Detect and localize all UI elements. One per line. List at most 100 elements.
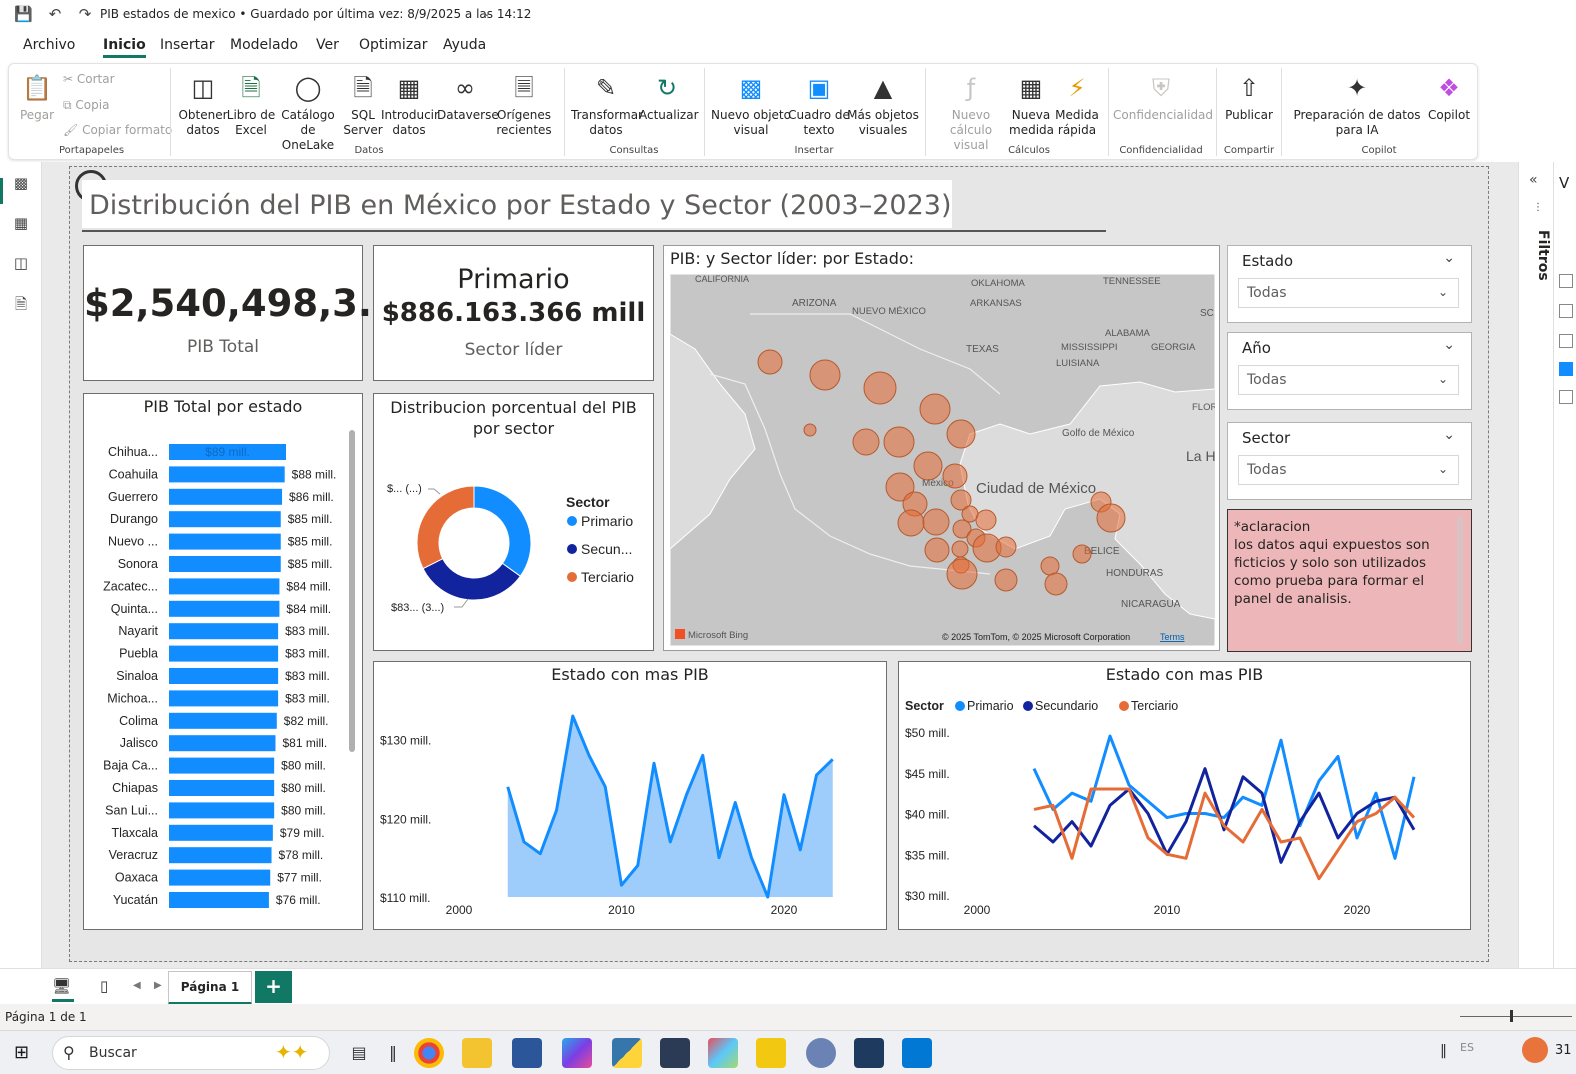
get-data-button[interactable]: ◫ Obtener datos (175, 72, 231, 138)
onelake-icon: ◯ (294, 74, 322, 102)
x-tick-label: 2010 (1154, 903, 1181, 917)
viz-icon[interactable] (1559, 304, 1573, 318)
chevron-down-icon[interactable]: ⌄ (1443, 250, 1455, 266)
menu-modelado[interactable]: Modelado (230, 37, 298, 53)
bar-data-label: $86 mill. (289, 490, 334, 504)
chrome-icon[interactable] (414, 1038, 444, 1068)
chevron-down-icon[interactable]: ⌄ (1443, 337, 1455, 353)
zoom-thumb[interactable] (1510, 1010, 1513, 1022)
add-page-button[interactable]: + (255, 971, 292, 1003)
new-visual-button[interactable]: ▩ Nuevo objeto visual (711, 72, 791, 138)
cut-button[interactable]: ✂ Cortar (63, 72, 115, 86)
line-chart-card[interactable]: Estado con mas PIB Sector Primario Secunda… (898, 661, 1471, 930)
excel-button[interactable]: 🗎 Libro de Excel (225, 72, 277, 138)
map-place-label: MISSISSIPPI (1061, 342, 1118, 353)
m365-icon[interactable] (562, 1038, 592, 1068)
bar-chart-scrollbar[interactable] (349, 430, 355, 752)
y-tick-label: $30 mill. (905, 889, 950, 903)
terminal-icon[interactable] (660, 1038, 690, 1068)
save-icon[interactable]: 💾 (14, 5, 33, 23)
menu-optimizar[interactable]: Optimizar (359, 37, 428, 53)
new-visual-calc-button[interactable]: ƒ Nuevo cálculo visual (931, 72, 1011, 153)
menu-ver[interactable]: Ver (316, 37, 339, 53)
copilot-button[interactable]: ❖ Copilot (1421, 72, 1477, 123)
transform-data-button[interactable]: ✎ Transformar datos (571, 72, 643, 138)
new-measure-button[interactable]: ▦ Nueva medida (1009, 72, 1054, 138)
publish-button[interactable]: ⇧ Publicar (1221, 72, 1277, 123)
onelake-button[interactable]: ◯ Catálogo de OneLake (275, 72, 341, 153)
paste-button[interactable]: 📋 Pegar (15, 72, 59, 123)
app-icon[interactable] (708, 1038, 738, 1068)
y-tick-label: $120 mill. (380, 812, 431, 826)
slicer-ano[interactable]: Año ⌄ Todas ⌄ (1227, 332, 1472, 410)
filters-pane-label[interactable]: Filtros (1535, 230, 1551, 281)
sensitivity-button[interactable]: ⛨ Confidencialidad (1113, 72, 1213, 123)
model-view-icon[interactable]: ◫ (11, 254, 31, 274)
copy-button[interactable]: ⧉ Copia (63, 98, 109, 113)
menu-ayuda[interactable]: Ayuda (443, 37, 486, 53)
viz-icon[interactable] (1559, 274, 1573, 288)
desktop-view-icon[interactable]: 🖥 (52, 977, 71, 995)
page-tab-1[interactable]: Página 1 (168, 971, 252, 1005)
undo-icon[interactable]: ↶ (46, 5, 64, 23)
donut-chart-card[interactable]: Distribucion porcentual del PIB por sect… (373, 393, 654, 651)
viz-icon[interactable] (1559, 390, 1573, 404)
r-icon[interactable] (806, 1038, 836, 1068)
dataverse-button[interactable]: ∞ Dataverse (437, 72, 499, 123)
windows-start-icon[interactable]: ⊞ (14, 1042, 29, 1063)
quick-measure-button[interactable]: ⚡ Medida rápida (1053, 72, 1101, 138)
prev-page-icon[interactable]: ◀ (133, 980, 141, 991)
collapse-icon[interactable]: « (1529, 172, 1538, 188)
ribbon-separator (925, 68, 926, 156)
viz-icon[interactable] (1559, 334, 1573, 348)
sql-server-button[interactable]: 🗎 SQL Server (341, 72, 385, 138)
viz-icon-selected[interactable] (1559, 362, 1573, 376)
recent-sources-button[interactable]: 🗏 Orígenes recientes (493, 72, 555, 138)
map-plot[interactable]: CALIFORNIA ARIZONA NUEVO MÉXICO OKLAHOMA ARK… (670, 274, 1215, 646)
vscode-icon[interactable] (902, 1038, 932, 1068)
mobile-view-icon[interactable]: ▯ (100, 977, 108, 995)
zoom-slider[interactable] (1460, 1016, 1572, 1017)
x-tick-label: 2020 (771, 903, 798, 917)
enter-data-button[interactable]: ▦ Introducir datos (381, 72, 439, 138)
clock[interactable]: 31 (1555, 1043, 1572, 1058)
menu-archivo[interactable]: Archivo (23, 37, 75, 53)
task-view-icon[interactable]: ▤ (344, 1038, 374, 1068)
word-icon[interactable] (512, 1038, 542, 1068)
table-view-icon[interactable]: ▦ (11, 214, 31, 234)
menu-insertar[interactable]: Insertar (160, 37, 215, 53)
weather-icon[interactable] (1522, 1037, 1548, 1063)
redo-icon[interactable]: ↷ (76, 5, 94, 23)
dax-view-icon[interactable]: 🗎 (11, 294, 31, 314)
kpi-card-total[interactable]: $2,540,498,3... PIB Total (83, 245, 400, 381)
python-icon[interactable] (612, 1038, 642, 1068)
slicer-sector[interactable]: Sector ⌄ Todas ⌄ (1227, 422, 1472, 500)
powerbi-icon[interactable] (756, 1038, 786, 1068)
file-explorer-icon[interactable] (462, 1038, 492, 1068)
slicer-estado-dropdown[interactable]: Todas ⌄ (1238, 278, 1459, 308)
map-card[interactable]: PIB: y Sector líder: por Estado: CALIFOR… (663, 245, 1220, 651)
kpi-card-sector[interactable]: Primario $886.163.366 mill Sector líder (373, 245, 654, 381)
bar-chart-card[interactable]: PIB Total por estado Chihua... $89 mill. C… (83, 393, 363, 930)
menu-inicio[interactable]: Inicio (103, 37, 146, 58)
taskbar-search[interactable]: ⚲ Buscar ✦✦ (52, 1036, 330, 1070)
slicer-sector-dropdown[interactable]: Todas ⌄ (1238, 455, 1459, 485)
slicer-estado[interactable]: Estado ⌄ Todas ⌄ (1227, 245, 1472, 323)
sql-studio-icon[interactable] (854, 1038, 884, 1068)
area-chart-card[interactable]: Estado con mas PIB $110 mill. $120 mill. $… (373, 661, 887, 930)
bar (169, 757, 275, 774)
textbox-icon: ▣ (807, 74, 831, 102)
ai-prep-button[interactable]: ✦ Preparación de datos para IA (1287, 72, 1427, 138)
slicer-ano-dropdown[interactable]: Todas ⌄ (1238, 365, 1459, 395)
report-view-icon[interactable]: ▩ (11, 174, 31, 194)
chevron-down-icon[interactable]: ⌄ (478, 5, 496, 23)
textbox-button[interactable]: ▣ Cuadro de texto (787, 72, 851, 138)
refresh-button[interactable]: ↻ Actualizar (639, 72, 699, 123)
more-visuals-button[interactable]: ▲ Más objetos visuales (847, 72, 919, 138)
next-page-icon[interactable]: ▶ (154, 980, 162, 991)
chevron-down-icon[interactable]: ⌄ (1443, 427, 1455, 443)
note-scrollbar[interactable] (1457, 516, 1463, 644)
bar-data-label: $80 mill. (281, 759, 326, 773)
language-indicator[interactable]: ES (1460, 1041, 1474, 1054)
format-painter-button[interactable]: 🖌 Copiar formato (63, 123, 172, 137)
